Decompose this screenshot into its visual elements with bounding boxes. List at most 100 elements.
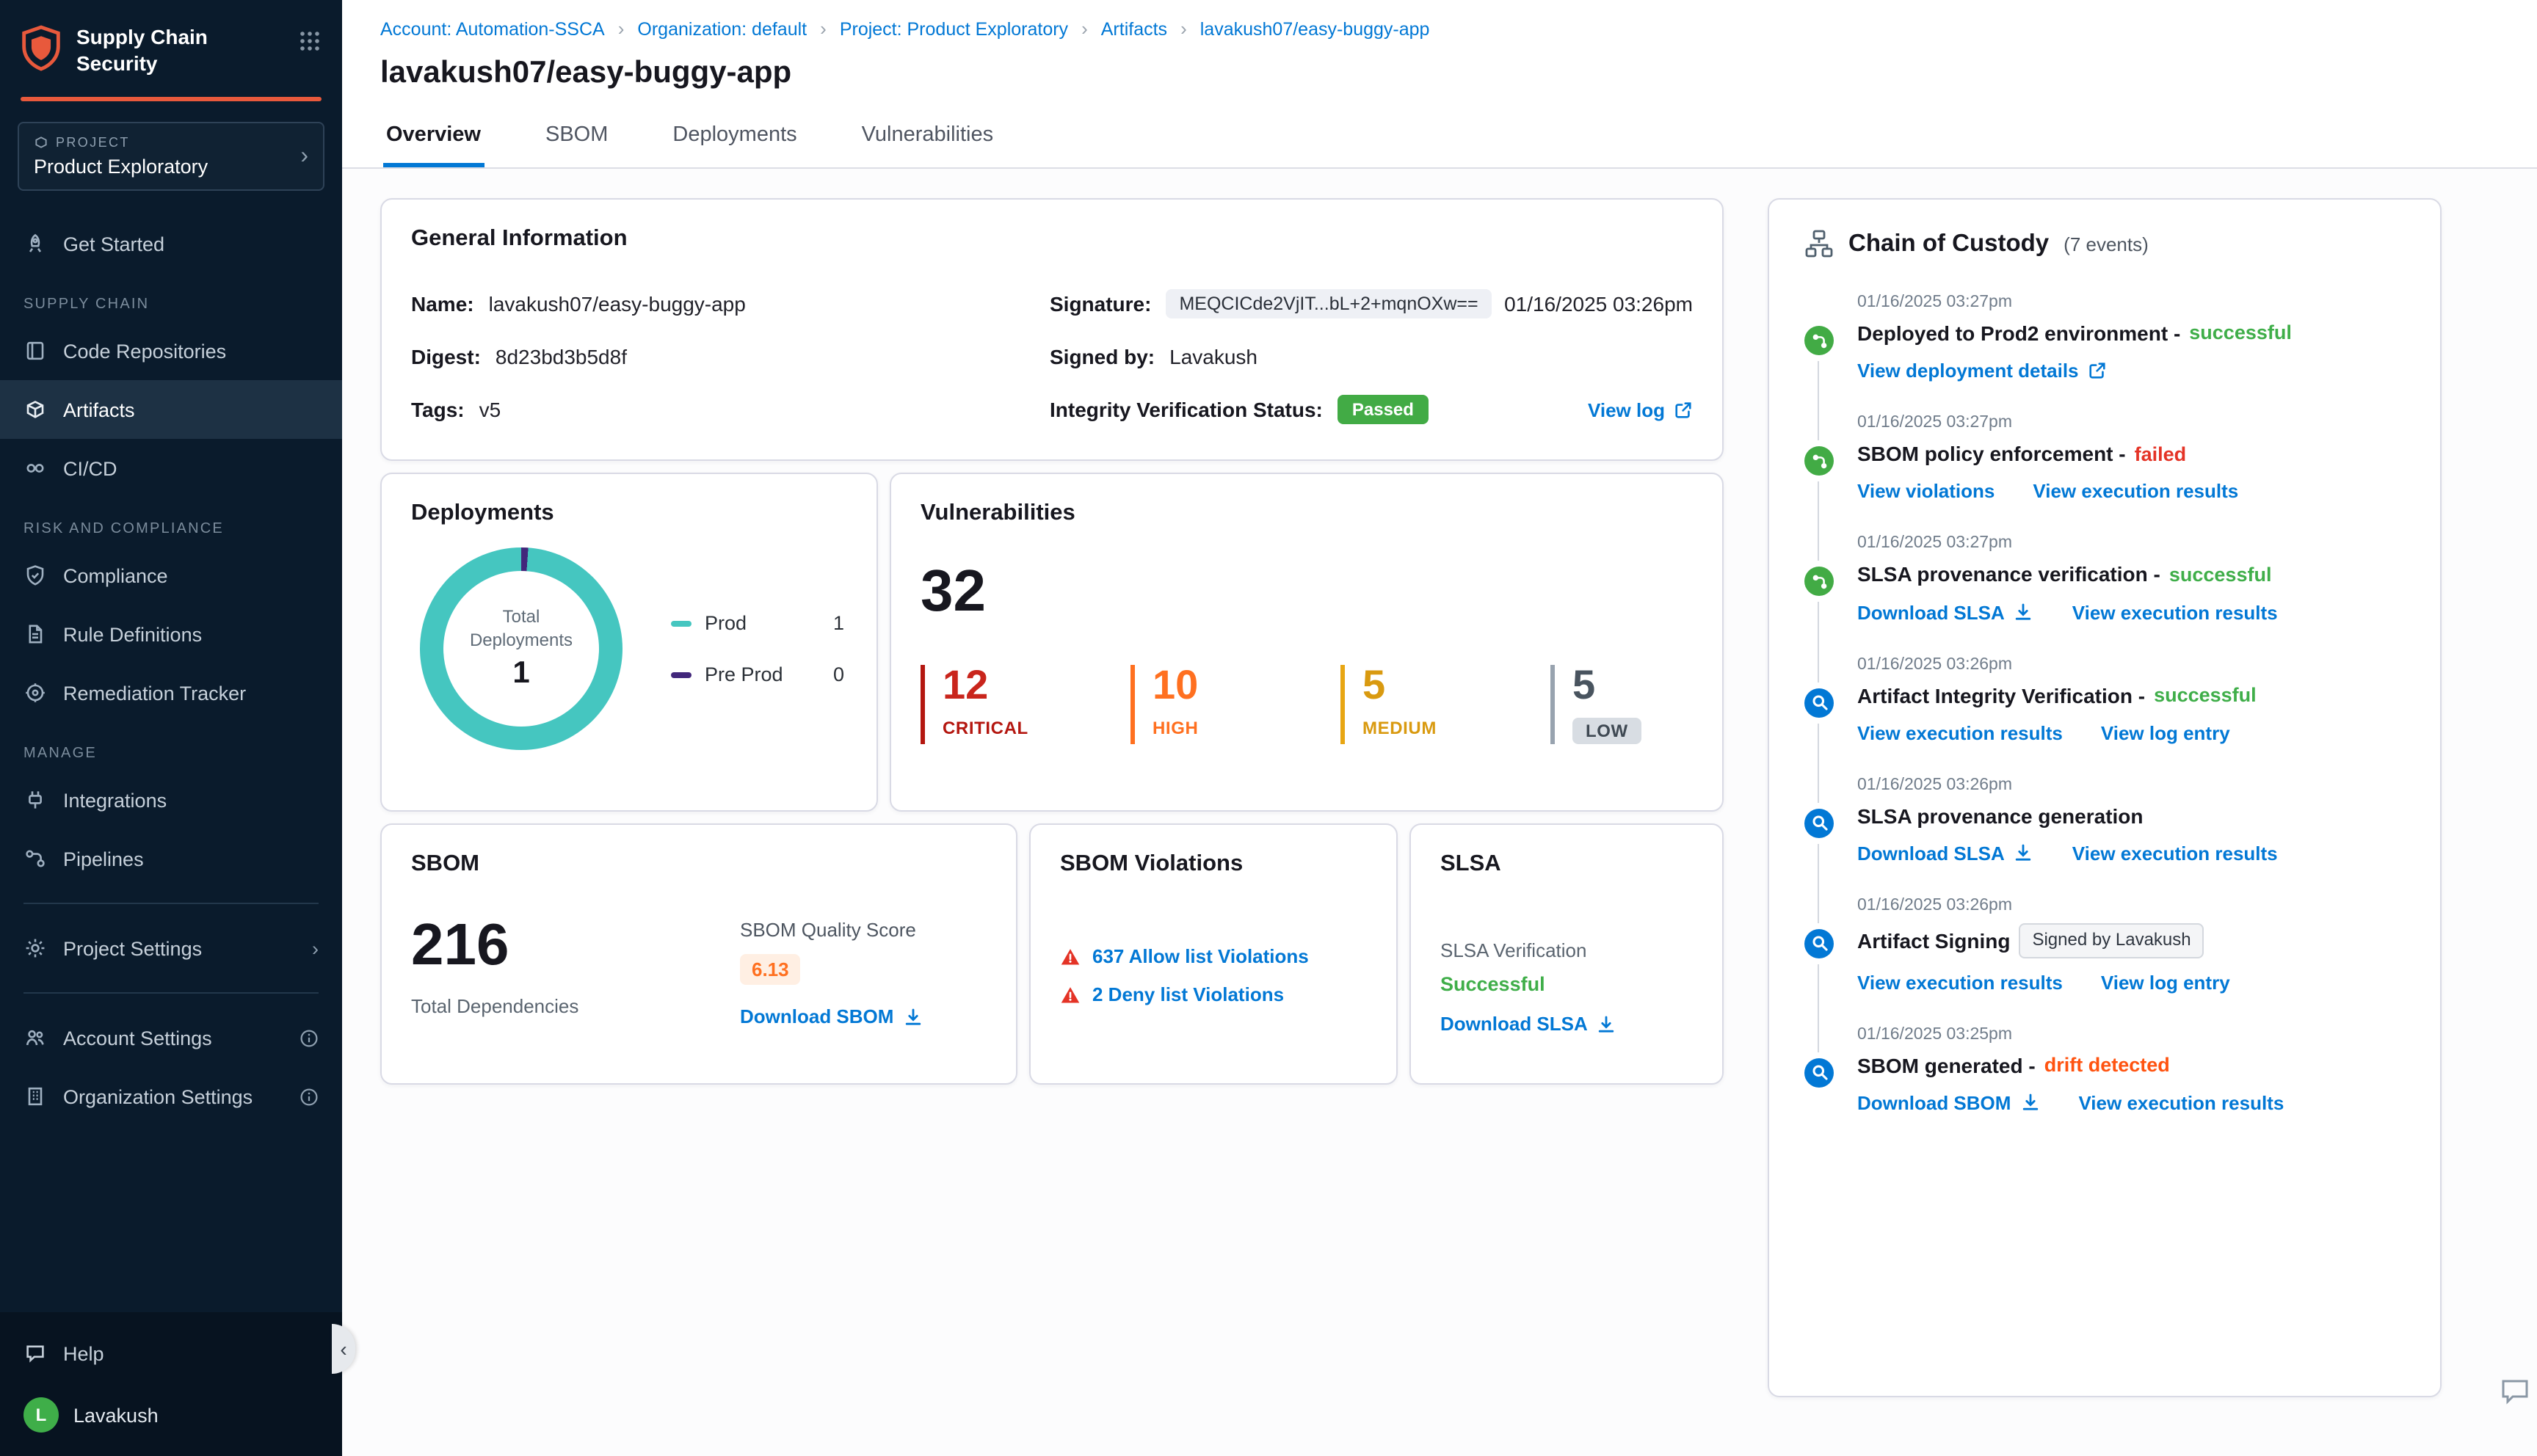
breadcrumb-organization-link[interactable]: Organization: default (637, 18, 807, 39)
project-icon (35, 136, 47, 148)
slsa-verification-status: Successful (1440, 973, 1545, 995)
download-slsa-link[interactable]: Download SLSA (1857, 842, 2034, 864)
event-title: Artifact Signing Signed by Lavakush (1857, 922, 2405, 958)
help-chat-icon (26, 1345, 44, 1363)
breadcrumb-current-artifact-link[interactable]: lavakush07/easy-buggy-app (1200, 18, 1430, 39)
view-violations-link[interactable]: View violations (1857, 481, 1995, 503)
breadcrumb-project-link[interactable]: Project: Product Exploratory (840, 18, 1068, 39)
sidebar-item-code-repositories[interactable]: Code Repositories (0, 321, 342, 380)
event-status: successful (2154, 683, 2257, 706)
signature-label: Signature: (1050, 292, 1152, 316)
download-icon (902, 1006, 923, 1027)
page-content: General Information Name: lavakush07/easy… (342, 169, 2537, 1427)
sidebar-item-account-settings[interactable]: Account Settings (0, 1008, 342, 1067)
sidebar: Supply Chain Security PROJECT Product Exp… (0, 0, 342, 1456)
users-icon (26, 1030, 44, 1046)
sidebar-item-organization-settings[interactable]: Organization Settings (0, 1067, 342, 1126)
signature-value: MEQCICde2VjIT...bL+2+mqnOXw== (1166, 289, 1492, 318)
sidebar-item-project-settings[interactable]: Project Settings › (0, 919, 342, 978)
sidebar-item-remediation-tracker[interactable]: Remediation Tracker (0, 663, 342, 722)
sidebar-item-label: Pipelines (63, 848, 144, 870)
sidebar-item-integrations[interactable]: Integrations (0, 771, 342, 829)
project-selector[interactable]: PROJECT Product Exploratory › (18, 122, 324, 191)
user-menu[interactable]: L Lavakush (0, 1383, 342, 1438)
view-execution-results-link[interactable]: View execution results (1857, 971, 2063, 993)
app-window: Supply Chain Security PROJECT Product Exp… (0, 0, 2537, 1456)
download-icon (2014, 602, 2034, 622)
download-sbom-link[interactable]: Download SBOM (740, 1005, 923, 1027)
building-icon (28, 1087, 43, 1106)
page-header: Account: Automation-SSCA › Organization:… (342, 0, 2537, 169)
slsa-verification-icon (1804, 567, 1834, 597)
sidebar-item-label: Integrations (63, 789, 167, 811)
sidebar-item-help[interactable]: Help (0, 1324, 342, 1383)
download-slsa-link[interactable]: Download SLSA (1440, 1013, 1617, 1035)
view-execution-results-link[interactable]: View execution results (2072, 601, 2278, 623)
deny-list-violations-link[interactable]: 2 Deny list Violations (1092, 983, 1284, 1005)
view-execution-results-link[interactable]: View execution results (1857, 722, 2063, 744)
allow-list-violations-link[interactable]: 637 Allow list Violations (1092, 945, 1309, 967)
feedback-chat-icon[interactable] (2499, 1375, 2531, 1415)
event-timestamp: 01/16/2025 03:25pm (1857, 1025, 2013, 1044)
sidebar-header: Supply Chain Security (0, 0, 342, 97)
tab-vulnerabilities[interactable]: Vulnerabilities (859, 110, 996, 167)
custody-timeline: 01/16/2025 03:27pm Deployed to Prod2 env… (1804, 294, 2405, 1146)
sidebar-item-label: Remediation Tracker (63, 682, 247, 704)
total-dependencies-label: Total Dependencies (411, 995, 579, 1017)
view-log-entry-link[interactable]: View log entry (2101, 722, 2230, 744)
tab-overview[interactable]: Overview (383, 110, 484, 167)
card-title: SBOM (411, 851, 479, 876)
module-grid-icon[interactable] (298, 29, 322, 60)
event-timestamp: 01/16/2025 03:26pm (1857, 776, 2013, 794)
sidebar-item-label: Get Started (63, 233, 165, 255)
shield-check-icon (26, 565, 44, 586)
severity-high: 10 HIGH (1130, 664, 1273, 744)
user-name: Lavakush (73, 1404, 159, 1426)
events-count: (7 events) (2064, 233, 2149, 255)
tab-sbom[interactable]: SBOM (542, 110, 611, 167)
sidebar-item-cicd[interactable]: CI/CD (0, 439, 342, 498)
sidebar-item-get-started[interactable]: Get Started (0, 214, 342, 273)
sidebar-item-compliance[interactable]: Compliance (0, 546, 342, 605)
sidebar-item-label: Rule Definitions (63, 623, 203, 645)
tags-value: v5 (479, 398, 501, 421)
view-log-link[interactable]: View log (1588, 398, 1693, 421)
custody-event: 01/16/2025 03:27pm SLSA provenance verif… (1804, 535, 2405, 682)
chevron-right-icon: › (312, 937, 319, 959)
card-title: Vulnerabilities (921, 500, 1075, 525)
sidebar-item-label: Compliance (63, 564, 168, 586)
artifact-name-value: lavakush07/easy-buggy-app (488, 292, 746, 316)
sbom-card: SBOM 216 Total Dependencies SBOM Quality… (380, 823, 1017, 1085)
custody-event: 01/16/2025 03:25pm SBOM generated - drif… (1804, 1025, 2405, 1146)
view-log-entry-link[interactable]: View log entry (2101, 971, 2230, 993)
sbom-violations-card: SBOM Violations 637 Allow list Violation… (1029, 823, 1398, 1085)
breadcrumb-account-link[interactable]: Account: Automation-SSCA (380, 18, 605, 39)
view-execution-results-link[interactable]: View execution results (2072, 842, 2278, 864)
event-status: failed (2134, 443, 2187, 465)
view-execution-results-link[interactable]: View execution results (2033, 481, 2238, 503)
download-slsa-link[interactable]: Download SLSA (1857, 601, 2034, 623)
event-title: Artifact Integrity Verification - succes… (1857, 683, 2257, 707)
breadcrumb-artifacts-link[interactable]: Artifacts (1101, 18, 1167, 39)
donut-center-value: 1 (512, 656, 530, 691)
sidebar-item-rule-definitions[interactable]: Rule Definitions (0, 605, 342, 663)
sidebar-section-manage: MANAGE (23, 746, 97, 762)
view-execution-results-link[interactable]: View execution results (2078, 1091, 2284, 1113)
custody-event: 01/16/2025 03:26pm SLSA provenance gener… (1804, 776, 2405, 924)
slsa-verification-label: SLSA Verification (1440, 939, 1587, 961)
sidebar-item-artifacts[interactable]: Artifacts (0, 380, 342, 439)
download-icon (2014, 843, 2034, 864)
plug-icon (29, 791, 42, 809)
sidebar-item-pipelines[interactable]: Pipelines (0, 829, 342, 888)
sidebar-footer: Help L Lavakush (0, 1312, 342, 1456)
severity-breakdown: 12 CRITICAL 10 HIGH 5 MEDIUM 5 LOW (921, 664, 1693, 744)
view-deployment-details-link[interactable]: View deployment details (1857, 360, 2107, 382)
event-timestamp: 01/16/2025 03:26pm (1857, 655, 2013, 674)
tab-deployments[interactable]: Deployments (669, 110, 799, 167)
download-sbom-link[interactable]: Download SBOM (1857, 1091, 2040, 1113)
rocket-icon (29, 233, 42, 252)
general-information-card: General Information Name: lavakush07/easy… (380, 198, 1724, 461)
event-title: SLSA provenance verification - successfu… (1857, 562, 2272, 586)
event-timestamp: 01/16/2025 03:27pm (1857, 414, 2013, 432)
card-title: General Information (411, 226, 628, 251)
